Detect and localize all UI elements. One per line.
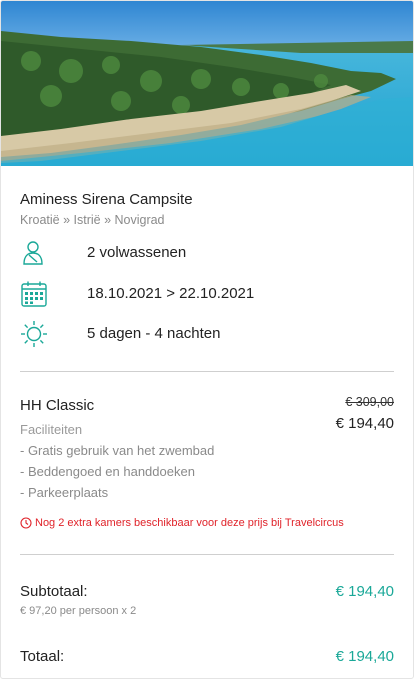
person-icon	[20, 239, 48, 267]
facility-item: - Beddengoed en handdoeken	[20, 464, 195, 479]
booking-summary-card: Aminess Sirena Campsite Kroatië » Istrië…	[0, 0, 414, 679]
duration-row: 5 dagen - 4 nachten	[20, 320, 400, 348]
per-person-note: € 97,20 per persoon x 2	[20, 605, 137, 617]
total-label: Totaal:	[20, 648, 65, 665]
campsite-name: Aminess Sirena Campsite	[20, 191, 193, 208]
location-breadcrumb: Kroatië » Istrië » Novigrad	[20, 213, 165, 227]
duration-text: 5 dagen - 4 nachten	[87, 325, 221, 342]
dates-row: 18.10.2021 > 22.10.2021	[20, 280, 400, 308]
clock-icon	[20, 517, 32, 529]
availability-text: Nog 2 extra kamers beschikbaar voor deze…	[35, 517, 344, 529]
availability-notice: Nog 2 extra kamers beschikbaar voor deze…	[20, 517, 344, 529]
original-price: € 309,00	[345, 395, 394, 409]
campsite-photo	[1, 1, 413, 166]
discounted-price: € 194,40	[335, 415, 394, 432]
divider	[20, 554, 394, 555]
total-value: € 194,40	[335, 648, 394, 665]
subtotal-label: Subtotaal:	[20, 583, 88, 600]
sun-icon	[20, 320, 48, 348]
guests-row: 2 volwassenen	[20, 239, 400, 267]
facilities-heading: Faciliteiten	[20, 422, 83, 437]
facility-item: - Gratis gebruik van het zwembad	[20, 443, 215, 458]
subtotal-value: € 194,40	[335, 583, 394, 600]
facilities-list: - Gratis gebruik van het zwembad - Bedde…	[20, 443, 214, 506]
facility-item: - Parkeerplaats	[20, 485, 109, 500]
room-name: HH Classic	[20, 397, 95, 414]
calendar-icon	[20, 280, 48, 308]
divider	[20, 371, 394, 372]
dates-text: 18.10.2021 > 22.10.2021	[87, 285, 255, 302]
guests-text: 2 volwassenen	[87, 244, 187, 261]
